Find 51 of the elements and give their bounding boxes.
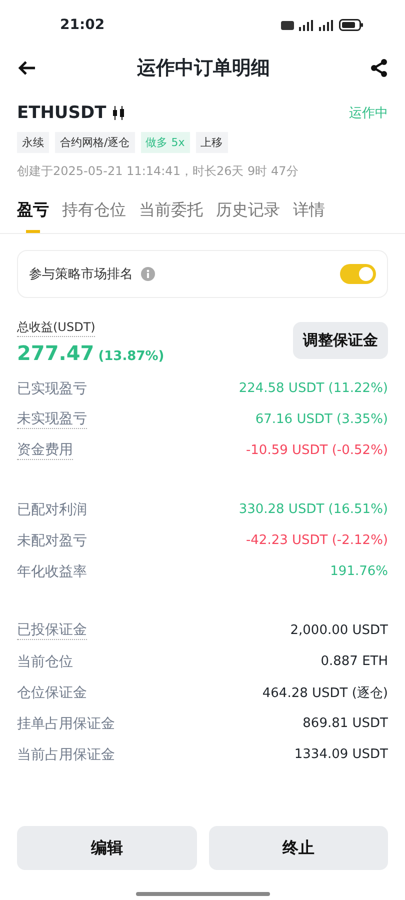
row-value: -42.23 USDT (-2.12%): [246, 533, 388, 548]
created-time: 创建于2025-05-21 11:14:41，时长26天 9时 47分: [16, 163, 300, 180]
signal-icon: [299, 20, 314, 30]
row-value: 464.28 USDT (逐仓): [262, 684, 388, 702]
tag-label: 做多 5x: [140, 132, 190, 153]
row-value: 191.76%: [330, 564, 388, 579]
tag-label: 上移: [196, 132, 228, 153]
info-icon: [141, 267, 155, 281]
tag-label: 永续: [17, 132, 49, 153]
action-button[interactable]: 终止: [208, 826, 388, 870]
row-value: 1334.09 USDT: [294, 747, 388, 762]
tab[interactable]: 当前委托: [139, 196, 203, 233]
row-label: 挂单占用保证金: [17, 714, 115, 732]
row-value: 330.28 USDT (16.51%): [238, 502, 388, 517]
candlestick-icon: [112, 106, 126, 120]
row-value: 0.887 ETH: [320, 654, 388, 669]
page-title: 运作中订单明细: [137, 56, 270, 81]
row-value: 224.58 USDT (11.22%): [238, 381, 388, 396]
row-label: 仓位保证金: [17, 684, 87, 702]
row-label: 已投保证金: [17, 621, 87, 640]
total-label: 总收益(USDT): [17, 319, 96, 337]
row-label: 资金费用: [17, 441, 73, 460]
row-label: 未配对盈亏: [17, 532, 87, 550]
row-label: 年化收益率: [17, 562, 87, 580]
row-value: -10.59 USDT (-0.52%): [246, 443, 388, 458]
back-button[interactable]: [17, 60, 37, 76]
row-label: 已实现盈亏: [17, 380, 87, 398]
row-label: 未实现盈亏: [17, 410, 87, 429]
action-button[interactable]: 编辑: [17, 826, 196, 870]
row-label: 当前占用保证金: [17, 746, 115, 764]
tab[interactable]: 持有仓位: [62, 196, 126, 233]
total-percent: (13.87%): [98, 349, 164, 364]
row-value: 67.16 USDT (3.35%): [255, 412, 388, 427]
battery-icon: [339, 19, 363, 31]
symbol-name: ETHUSDT: [17, 103, 106, 123]
row-label: 已配对利润: [17, 500, 87, 518]
ranking-label: 参与策略市场排名: [29, 266, 133, 283]
status-label: 运作中: [349, 105, 388, 122]
tag-label: 合约网格/逐仓: [55, 132, 135, 153]
row-value: 869.81 USDT: [302, 716, 388, 731]
row-value: 2,000.00 USDT: [290, 623, 388, 638]
row-label: 当前仓位: [17, 652, 73, 670]
tab[interactable]: 盈亏: [17, 196, 49, 233]
signal-icon: [319, 20, 334, 30]
share-button[interactable]: [370, 59, 388, 77]
total-value: 277.47: [17, 341, 94, 365]
status-time: 21:02: [60, 17, 105, 33]
tab[interactable]: 历史记录: [216, 196, 280, 233]
tab[interactable]: 详情: [293, 196, 325, 233]
adjust-margin-button[interactable]: 调整保证金: [293, 322, 388, 359]
toggle-switch[interactable]: [340, 264, 376, 284]
